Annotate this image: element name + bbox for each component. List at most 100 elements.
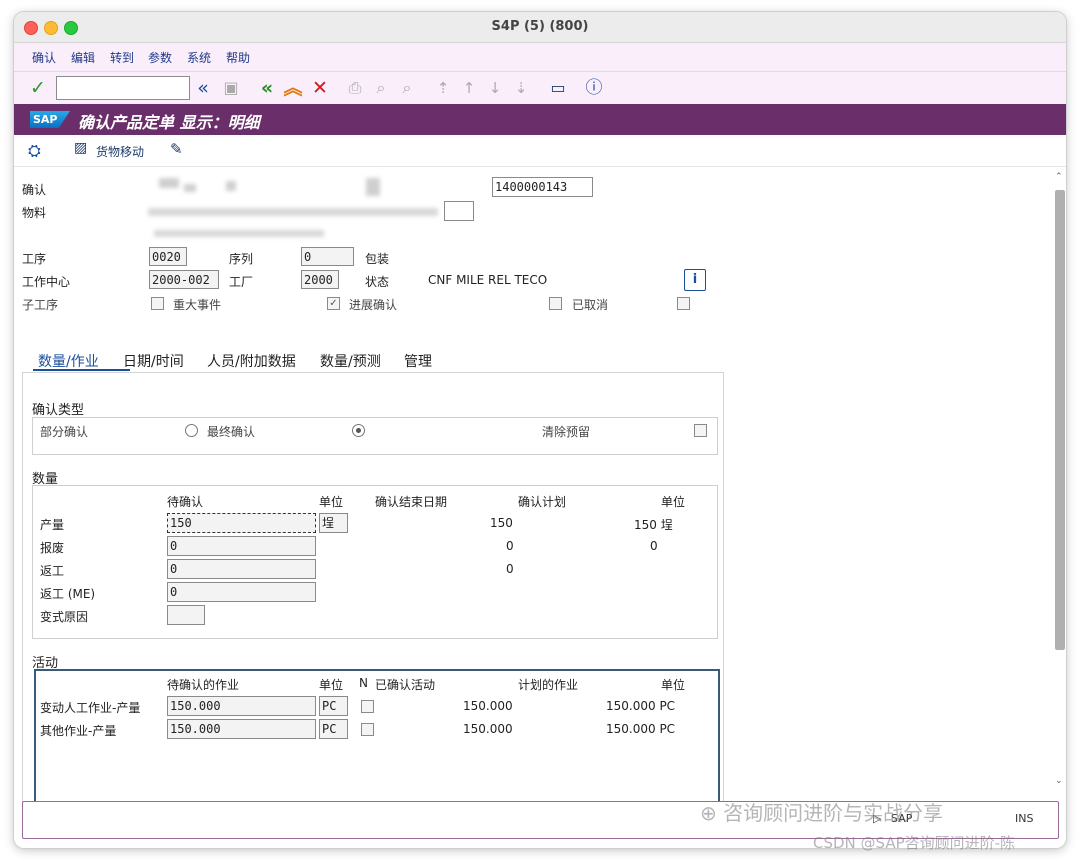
save-icon[interactable]: ▣ bbox=[220, 77, 242, 99]
activity-value-field[interactable]: 150.000 bbox=[167, 696, 316, 716]
enter-check-icon[interactable]: ✓ bbox=[27, 77, 49, 99]
status-info-icon[interactable]: i bbox=[684, 269, 706, 291]
rework-field[interactable]: 0 bbox=[167, 559, 316, 579]
menu-settings[interactable]: 参数 bbox=[148, 49, 172, 66]
workcenter-field[interactable]: 2000-002 bbox=[149, 270, 219, 289]
menu-goto[interactable]: 转到 bbox=[110, 49, 134, 66]
tab-quantity-forecast[interactable]: 数量/预测 bbox=[320, 351, 381, 371]
watermark-wechat: ⊕ 咨询顾问进阶与实战分享 bbox=[700, 797, 943, 826]
scrap-label: 报废 bbox=[40, 541, 65, 555]
find-icon[interactable]: ⌕ bbox=[370, 77, 392, 99]
scroll-up-icon[interactable]: ⌃ bbox=[1055, 172, 1063, 182]
clear-reservation-checkbox[interactable] bbox=[694, 424, 707, 437]
activity-planned: 150.000 PC bbox=[606, 722, 676, 736]
activity-col-confirmed: 已确认活动 bbox=[375, 678, 436, 692]
activity-col-to-confirm: 待确认的作业 bbox=[167, 678, 240, 692]
activity-no-remaining-checkbox[interactable] bbox=[361, 723, 374, 736]
activity-unit-field[interactable]: PC bbox=[319, 719, 348, 739]
operation-label: 工序 bbox=[22, 252, 47, 266]
activity-unit-field[interactable]: PC bbox=[319, 696, 348, 716]
packaging-label: 包装 bbox=[365, 252, 390, 266]
activity-col-unit: 单位 bbox=[319, 678, 344, 692]
yield-plan: 150 埕 bbox=[634, 518, 673, 532]
suboperation-label: 子工序 bbox=[22, 298, 59, 312]
activity-value-field[interactable]: 150.000 bbox=[167, 719, 316, 739]
menu-system[interactable]: 系统 bbox=[187, 49, 211, 66]
back-icon[interactable]: « bbox=[256, 77, 278, 99]
confirmation-type-title: 确认类型 bbox=[32, 403, 85, 418]
activity-row-label: 变动人工作业-产量 bbox=[40, 701, 141, 715]
milestone-label: 重大事件 bbox=[173, 298, 222, 312]
tab-administration[interactable]: 管理 bbox=[404, 351, 432, 371]
tab-personnel-data[interactable]: 人员/附加数据 bbox=[207, 351, 296, 371]
progress-checkbox[interactable] bbox=[549, 297, 562, 310]
sequence-field[interactable]: 0 bbox=[301, 247, 354, 266]
final-confirmation-radio[interactable] bbox=[352, 424, 365, 437]
previous-page-icon[interactable]: ↑ bbox=[458, 77, 480, 99]
rework-confirmed: 0 bbox=[506, 562, 514, 576]
col-unit-2: 单位 bbox=[661, 495, 686, 509]
variance-reason-field[interactable] bbox=[167, 605, 205, 625]
yield-field[interactable]: 150 bbox=[167, 513, 316, 533]
edit-notes-icon[interactable]: ✎ bbox=[170, 140, 183, 158]
scrap-confirmed: 0 bbox=[506, 539, 514, 553]
scroll-thumb[interactable] bbox=[1055, 190, 1065, 650]
activity-row-label: 其他作业-产量 bbox=[40, 724, 117, 738]
goods-movement-button[interactable]: 货物移动 bbox=[96, 143, 144, 160]
confirmation-type-group bbox=[32, 417, 718, 455]
standard-toolbar: ✓ « ▣ « ︽ ✕ ⎙ ⌕ ⌕ ⇡ ↑ ↓ ⇣ ▭ ⓘ bbox=[14, 72, 1066, 104]
scrap-field[interactable]: 0 bbox=[167, 536, 316, 556]
workcenter-label: 工作中心 bbox=[22, 275, 71, 289]
cancelled-label: 已取消 bbox=[572, 298, 609, 312]
components-icon[interactable]: ⛭ bbox=[28, 141, 41, 161]
sap-window: S4P (5) (800) 确认 编辑 转到 参数 系统 帮助 ✓ « ▣ « … bbox=[14, 12, 1066, 848]
cancelled-checkbox[interactable] bbox=[677, 297, 690, 310]
scroll-down-icon[interactable]: ⌄ bbox=[1055, 776, 1063, 786]
yield-unit-field[interactable]: 埕 bbox=[319, 513, 348, 533]
new-session-icon[interactable]: ▭ bbox=[547, 77, 569, 99]
cancel-icon[interactable]: ✕ bbox=[309, 77, 331, 99]
redacted-block bbox=[184, 184, 196, 192]
milestone-checkbox[interactable]: ✓ bbox=[327, 297, 340, 310]
command-history-icon[interactable]: « bbox=[192, 77, 214, 99]
exit-icon[interactable]: ︽ bbox=[282, 77, 304, 99]
partial-confirmation-radio[interactable] bbox=[185, 424, 198, 437]
goods-movement-icon[interactable]: ▨ bbox=[74, 140, 87, 156]
rework-me-label: 返工 (ME) bbox=[40, 587, 96, 601]
active-tab-indicator bbox=[33, 369, 130, 371]
first-page-icon[interactable]: ⇡ bbox=[432, 77, 454, 99]
material-field[interactable] bbox=[444, 201, 474, 221]
tab-quantity-activity[interactable]: 数量/作业 bbox=[38, 351, 99, 371]
screen-title: 确认产品定单 显示：明细 bbox=[78, 113, 260, 132]
title-bar: S4P (5) (800) bbox=[14, 12, 1066, 43]
redacted-block bbox=[366, 178, 380, 196]
confirmation-label: 确认 bbox=[22, 183, 47, 197]
rework-me-field[interactable]: 0 bbox=[167, 582, 316, 602]
screen-header: SAP 确认产品定单 显示：明细 bbox=[14, 104, 1066, 135]
main-content: 确认 1400000143 物料 工序 0020 序列 0 包装 工作中心 20… bbox=[14, 167, 1052, 807]
find-next-icon[interactable]: ⌕ bbox=[396, 77, 418, 99]
menu-edit[interactable]: 编辑 bbox=[71, 49, 95, 66]
wechat-icon: ⊕ bbox=[700, 801, 717, 825]
confirmation-number-field[interactable]: 1400000143 bbox=[492, 177, 593, 197]
activity-no-remaining-checkbox[interactable] bbox=[361, 700, 374, 713]
menu-bar: 确认 编辑 转到 参数 系统 帮助 bbox=[14, 43, 1066, 72]
next-page-icon[interactable]: ↓ bbox=[484, 77, 506, 99]
menu-confirm[interactable]: 确认 bbox=[32, 49, 56, 66]
print-icon[interactable]: ⎙ bbox=[344, 77, 366, 99]
suboperation-checkbox[interactable] bbox=[151, 297, 164, 310]
tab-dates-times[interactable]: 日期/时间 bbox=[123, 351, 184, 371]
plant-field[interactable]: 2000 bbox=[301, 270, 339, 289]
activity-confirmed: 150.000 bbox=[463, 722, 513, 736]
command-field[interactable] bbox=[56, 76, 190, 100]
material-label: 物料 bbox=[22, 206, 47, 220]
last-page-icon[interactable]: ⇣ bbox=[510, 77, 532, 99]
help-icon[interactable]: ⓘ bbox=[583, 77, 605, 99]
scrap-plan: 0 bbox=[650, 539, 658, 553]
menu-help[interactable]: 帮助 bbox=[226, 49, 250, 66]
status-label: 状态 bbox=[365, 275, 390, 289]
window-title: S4P (5) (800) bbox=[491, 19, 589, 34]
operation-field[interactable]: 0020 bbox=[149, 247, 187, 266]
redacted-block bbox=[226, 181, 236, 191]
vertical-scrollbar[interactable]: ⌃ ⌄ bbox=[1054, 172, 1066, 792]
